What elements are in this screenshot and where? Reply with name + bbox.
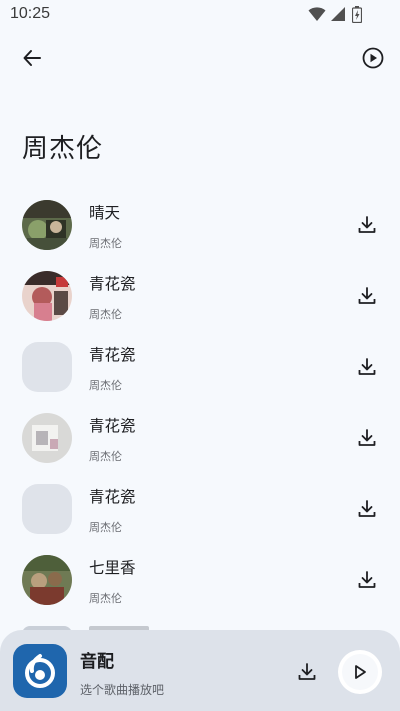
download-button[interactable] (352, 281, 382, 311)
player-download-button[interactable] (291, 656, 323, 688)
download-button[interactable] (352, 210, 382, 240)
album-cover-placeholder (22, 342, 72, 392)
song-artist: 周杰伦 (89, 379, 122, 392)
download-icon (358, 216, 376, 233)
player-title: 音配 (80, 652, 114, 672)
album-cover (22, 555, 72, 605)
song-title: 青花瓷 (89, 275, 136, 293)
song-row[interactable]: 晴天 周杰伦 (0, 190, 400, 261)
download-icon (298, 663, 316, 680)
signal-icon (331, 7, 345, 21)
app-logo-icon (13, 644, 67, 698)
download-button[interactable] (352, 352, 382, 382)
song-title: 青花瓷 (89, 488, 136, 506)
song-title: 七里香 (89, 559, 136, 577)
download-icon (358, 287, 376, 304)
download-button[interactable] (352, 423, 382, 453)
arrow-left-icon (23, 50, 41, 66)
album-cover (22, 200, 72, 250)
song-row[interactable]: 青花瓷 周杰伦 (0, 261, 400, 332)
play-icon (355, 665, 366, 679)
song-artist: 周杰伦 (89, 308, 122, 321)
song-row[interactable]: 七里香 周杰伦 (0, 545, 400, 616)
song-artist: 周杰伦 (89, 450, 122, 463)
download-icon (358, 571, 376, 588)
song-row[interactable]: 青花瓷 周杰伦 (0, 332, 400, 403)
song-title: 青花瓷 (89, 417, 136, 435)
download-icon (358, 500, 376, 517)
song-artist: 周杰伦 (89, 237, 122, 250)
status-bar: 10:25 (0, 0, 400, 28)
player-play-button[interactable] (338, 650, 382, 694)
song-artist: 周杰伦 (89, 592, 122, 605)
song-list: 晴天 周杰伦 青花瓷 周杰伦 青花瓷 周杰伦 青花瓷 周杰伦 青花瓷 周杰伦 七… (0, 190, 400, 616)
play-all-button[interactable] (355, 40, 391, 76)
song-title: 青花瓷 (89, 346, 136, 364)
download-icon (358, 358, 376, 375)
back-button[interactable] (14, 40, 50, 76)
top-app-bar (0, 36, 400, 80)
album-cover (22, 413, 72, 463)
album-cover-placeholder (22, 484, 72, 534)
download-button[interactable] (352, 565, 382, 595)
mini-player[interactable]: 音配 选个歌曲播放吧 (0, 630, 400, 711)
download-icon (358, 429, 376, 446)
song-title: 晴天 (89, 204, 121, 222)
play-circle-icon (362, 47, 384, 69)
download-button[interactable] (352, 494, 382, 524)
player-subtitle: 选个歌曲播放吧 (80, 683, 165, 697)
wifi-icon (308, 7, 326, 21)
song-row[interactable]: 青花瓷 周杰伦 (0, 403, 400, 474)
album-cover (22, 271, 72, 321)
song-artist: 周杰伦 (89, 521, 122, 534)
status-time: 10:25 (10, 5, 51, 22)
song-row[interactable]: 青花瓷 周杰伦 (0, 474, 400, 545)
player-play-inner (342, 654, 378, 690)
battery-icon (352, 6, 362, 23)
page-title: 周杰伦 (22, 134, 104, 164)
